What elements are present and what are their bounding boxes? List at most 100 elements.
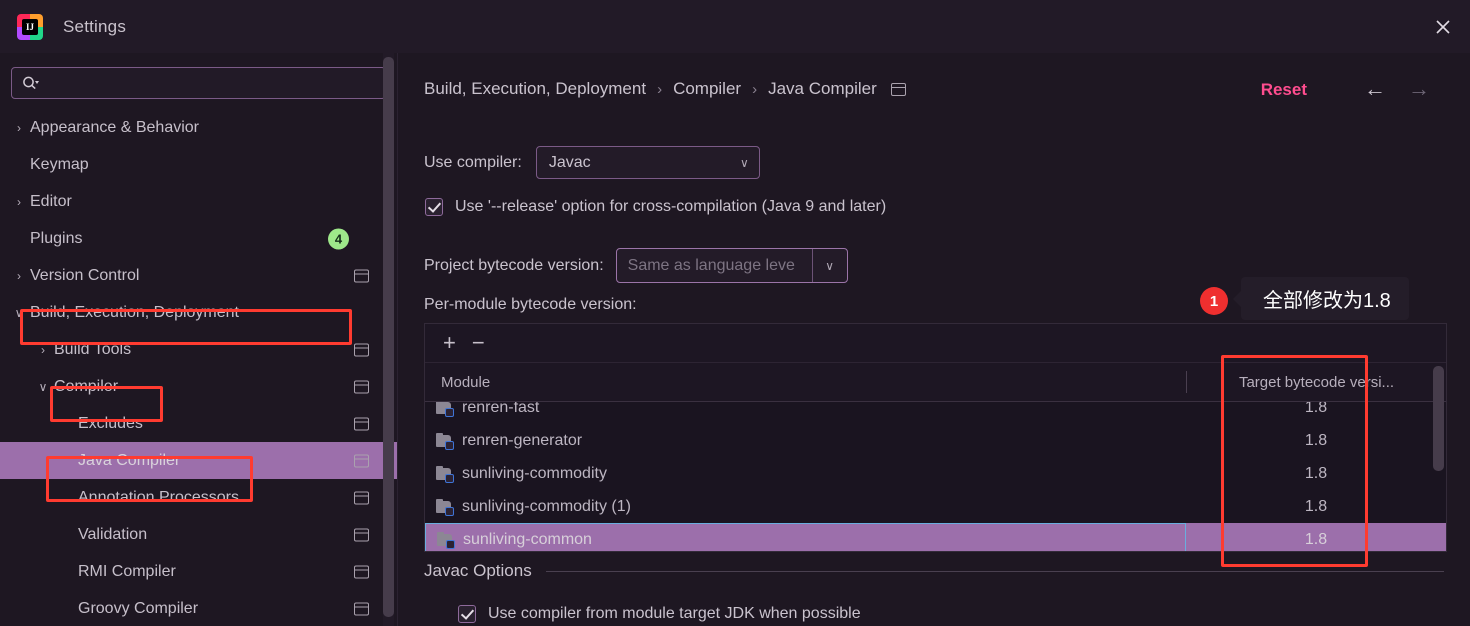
use-compiler-select[interactable]: Javac ∨ xyxy=(535,146,760,179)
sidebar-item-groovy-compiler[interactable]: Groovy Compiler xyxy=(0,590,397,626)
breadcrumb-compiler[interactable]: Compiler xyxy=(673,79,741,99)
release-option-label: Use '--release' option for cross-compila… xyxy=(455,198,887,215)
panel-icon[interactable] xyxy=(354,565,369,578)
jdk-option-row: Use compiler from module target JDK when… xyxy=(458,605,861,623)
panel-icon[interactable] xyxy=(354,602,369,615)
breadcrumb-java-compiler[interactable]: Java Compiler xyxy=(768,79,877,99)
column-header-target[interactable]: Target bytecode versi... xyxy=(1187,374,1446,391)
panel-icon[interactable] xyxy=(354,491,369,504)
project-bytecode-label: Project bytecode version: xyxy=(424,256,604,274)
module-cell[interactable]: sunliving-commodity (1) xyxy=(425,490,1186,523)
forward-arrow-icon[interactable]: → xyxy=(1408,78,1430,100)
target-bytecode-cell[interactable]: 1.8 xyxy=(1186,465,1446,483)
sidebar-item-label: Version Control xyxy=(30,266,140,284)
project-bytecode-value[interactable]: Same as language leve xyxy=(617,249,813,282)
panel-icon[interactable] xyxy=(354,528,369,541)
sidebar-item-plugins[interactable]: Plugins 4 xyxy=(0,220,397,257)
release-option-checkbox[interactable] xyxy=(425,198,443,216)
sidebar-item-label: Excludes xyxy=(78,414,143,432)
panel-icon[interactable] xyxy=(354,454,369,467)
sidebar-scrollbar-thumb[interactable] xyxy=(383,57,394,617)
sidebar-item-build-tools[interactable]: › Build Tools xyxy=(0,331,397,368)
panel-icon[interactable] xyxy=(890,82,906,96)
module-folder-icon xyxy=(436,433,454,450)
sidebar-item-validation[interactable]: Validation xyxy=(0,516,397,553)
sidebar-item-label: Groovy Compiler xyxy=(78,599,199,617)
sidebar-item-label: Validation xyxy=(78,525,148,543)
search-box[interactable] xyxy=(11,67,386,99)
sidebar-item-compiler[interactable]: ∨ Compiler xyxy=(0,368,397,405)
panel-icon[interactable] xyxy=(354,269,369,282)
chevron-down-icon[interactable]: ∨ xyxy=(36,380,50,394)
chevron-down-icon[interactable]: ∨ xyxy=(12,306,26,320)
module-name: renren-fast xyxy=(462,402,540,416)
back-arrow-icon[interactable]: ← xyxy=(1364,78,1386,100)
settings-tree: › Appearance & Behavior Keymap › Editor Plugi… xyxy=(0,109,397,626)
module-name: sunliving-common xyxy=(463,530,592,548)
sidebar-item-keymap[interactable]: Keymap xyxy=(0,146,397,183)
table-row[interactable]: renren-fast 1.8 xyxy=(425,402,1446,424)
chevron-right-icon[interactable]: › xyxy=(12,195,26,209)
module-cell[interactable]: sunliving-commodity xyxy=(425,457,1186,490)
settings-sidebar: › Appearance & Behavior Keymap › Editor Plugi… xyxy=(0,53,398,626)
per-module-table: + − Module Target bytecode versi... renr… xyxy=(424,323,1447,552)
sidebar-item-annotation-processors[interactable]: Annotation Processors xyxy=(0,479,397,516)
sidebar-item-label: Appearance & Behavior xyxy=(30,118,199,136)
target-bytecode-cell[interactable]: 1.8 xyxy=(1186,432,1446,450)
chevron-down-icon: ∨ xyxy=(825,258,835,273)
chevron-right-icon[interactable]: › xyxy=(12,269,26,283)
sidebar-item-excludes[interactable]: Excludes xyxy=(0,405,397,442)
per-module-label: Per-module bytecode version: xyxy=(424,296,637,313)
sidebar-item-label: RMI Compiler xyxy=(78,562,176,580)
column-header-module[interactable]: Module xyxy=(425,374,1186,391)
table-row[interactable]: sunliving-commodity (1) 1.8 xyxy=(425,490,1446,523)
sidebar-item-label: Annotation Processors xyxy=(78,488,239,506)
javac-options-section: Javac Options xyxy=(424,561,1444,581)
table-row[interactable]: sunliving-commodity 1.8 xyxy=(425,457,1446,490)
target-bytecode-cell[interactable]: 1.8 xyxy=(1186,498,1446,516)
settings-main-panel: Build, Execution, Deployment › Compiler … xyxy=(398,53,1470,626)
module-name: sunliving-commodity xyxy=(462,464,607,482)
sidebar-item-label: Compiler xyxy=(54,377,119,395)
sidebar-item-label: Editor xyxy=(30,192,72,210)
sidebar-item-label: Build, Execution, Deployment xyxy=(30,303,239,321)
table-row[interactable]: renren-generator 1.8 xyxy=(425,424,1446,457)
reset-button[interactable]: Reset xyxy=(1261,80,1307,100)
nav-arrows: ← → xyxy=(1364,78,1430,100)
sidebar-item-editor[interactable]: › Editor xyxy=(0,183,397,220)
title-bar: IJ Settings xyxy=(0,0,1470,54)
module-folder-icon xyxy=(436,466,454,483)
table-scrollbar-thumb[interactable] xyxy=(1433,366,1444,471)
jdk-option-checkbox[interactable] xyxy=(458,605,476,623)
sidebar-item-appearance-behavior[interactable]: › Appearance & Behavior xyxy=(0,109,397,146)
remove-module-button[interactable]: − xyxy=(472,332,485,354)
breadcrumb-separator: › xyxy=(657,80,663,98)
add-module-button[interactable]: + xyxy=(443,332,456,354)
chevron-down-icon: ∨ xyxy=(740,155,749,170)
chevron-right-icon[interactable]: › xyxy=(12,121,26,135)
sidebar-item-label: Plugins xyxy=(30,229,83,247)
target-bytecode-cell[interactable]: 1.8 xyxy=(1186,531,1446,549)
table-row[interactable]: sunliving-common 1.8 xyxy=(425,523,1446,551)
javac-options-title: Javac Options xyxy=(424,561,532,580)
project-bytecode-combo[interactable]: Same as language leve ∨ xyxy=(615,248,848,283)
breadcrumb-root[interactable]: Build, Execution, Deployment xyxy=(424,79,646,99)
project-bytecode-row: Project bytecode version: Same as langua… xyxy=(424,248,848,283)
panel-icon[interactable] xyxy=(354,343,369,356)
sidebar-item-version-control[interactable]: › Version Control xyxy=(0,257,397,294)
sidebar-item-build-execution-deployment[interactable]: ∨ Build, Execution, Deployment xyxy=(0,294,397,331)
project-bytecode-dropdown-button[interactable]: ∨ xyxy=(813,249,847,282)
close-icon[interactable] xyxy=(1426,10,1460,44)
sidebar-item-java-compiler[interactable]: Java Compiler xyxy=(0,442,397,479)
target-bytecode-cell[interactable]: 1.8 xyxy=(1186,402,1446,417)
module-cell[interactable]: renren-generator xyxy=(425,424,1186,457)
breadcrumb: Build, Execution, Deployment › Compiler … xyxy=(424,79,906,99)
module-cell[interactable]: renren-fast xyxy=(425,402,1186,424)
panel-icon[interactable] xyxy=(354,417,369,430)
chevron-right-icon[interactable]: › xyxy=(36,343,50,357)
sidebar-item-rmi-compiler[interactable]: RMI Compiler xyxy=(0,553,397,590)
panel-icon[interactable] xyxy=(354,380,369,393)
search-input[interactable] xyxy=(40,74,385,92)
search-icon xyxy=(22,76,40,90)
module-cell[interactable]: sunliving-common xyxy=(425,523,1186,551)
